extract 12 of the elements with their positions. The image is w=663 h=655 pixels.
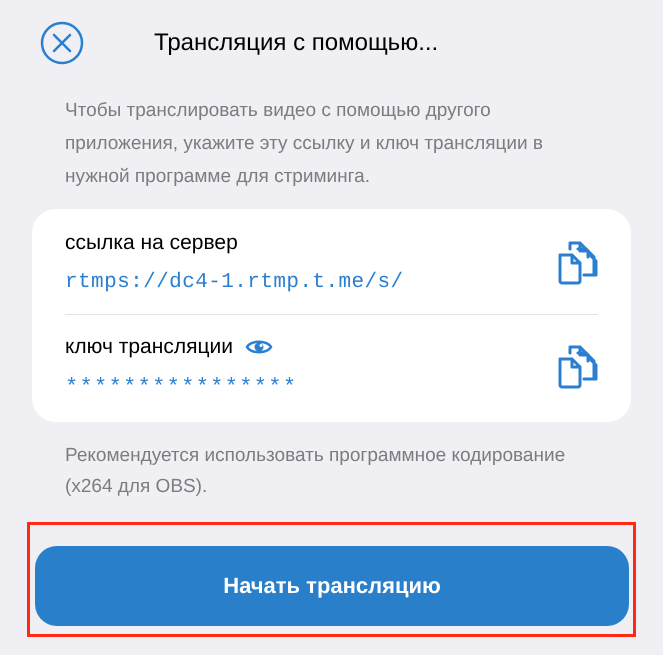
field-value: **************** — [65, 374, 298, 402]
copy-icon[interactable] — [556, 345, 598, 390]
field-label: ссылка на сервер — [65, 230, 238, 256]
field-value: rtmps://dc4-1.rtmp.t.me/s/ — [65, 270, 404, 296]
window-title: Трансляция с помощью... — [154, 28, 438, 58]
close-icon[interactable] — [40, 21, 84, 65]
description-text: Чтобы транслировать видео с помощью другого приложения, укажите эту ссылку и ключ трансляции в нужной программе для стриминга. — [64, 99, 544, 189]
note-text: Рекомендуется использовать программное кодирование (x264 для OBS). — [64, 444, 566, 498]
start-stream-button[interactable]: Начать трансляцию — [35, 546, 629, 626]
eye-icon[interactable] — [244, 338, 273, 356]
field-label: ключ трансляции — [65, 334, 233, 360]
copy-icon[interactable] — [556, 240, 598, 284]
